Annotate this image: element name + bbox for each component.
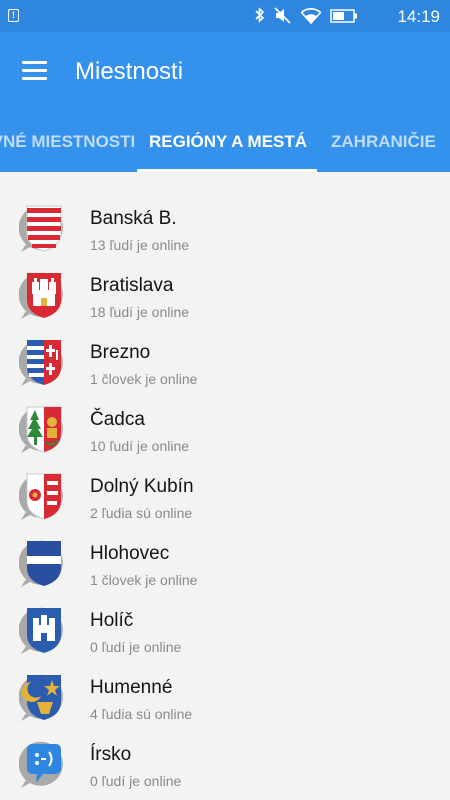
tab-bar: HLAVNÉ MIESTNOSTI REGIÓNY A MESTÁ ZAHRAN… [0, 112, 450, 172]
bluetooth-icon [255, 7, 265, 23]
online-count: 0 ľudí je online [90, 639, 182, 655]
app-bar: Miestnosti [0, 32, 450, 112]
clock: 14:19 [397, 7, 440, 26]
list-item[interactable]: Čadca 10 ľudí je online [0, 397, 450, 464]
online-count: 2 ľudia sú online [90, 505, 193, 521]
online-count: 1 človek je online [90, 371, 198, 387]
humenne-coat-of-arms-icon [19, 674, 63, 721]
list-item[interactable]: Írsko 0 ľudí je online [0, 732, 450, 799]
room-name: Čadca [90, 409, 145, 430]
hamburger-menu-icon[interactable] [22, 61, 47, 81]
wifi-icon [301, 7, 321, 24]
room-name: Bratislava [90, 275, 174, 296]
tab-main-rooms[interactable]: HLAVNÉ MIESTNOSTI [0, 132, 135, 152]
list-item[interactable]: Brezno 1 človek je online [0, 330, 450, 397]
mute-icon [274, 7, 291, 24]
tab-abroad[interactable]: ZAHRANIČIE [331, 132, 436, 152]
hlohovec-coat-of-arms-icon [19, 540, 63, 587]
tab-indicator [137, 169, 317, 172]
list-item[interactable]: Dolný Kubín 2 ľudia sú online [0, 464, 450, 531]
room-name: Hlohovec [90, 543, 170, 564]
list-item[interactable]: Humenné 4 ľudia sú online [0, 665, 450, 732]
list-item[interactable]: Banská B. 13 ľudí je online [0, 196, 450, 263]
online-count: 0 ľudí je online [90, 773, 182, 789]
online-count: 1 človek je online [90, 572, 198, 588]
list-item[interactable]: Bratislava 18 ľudí je online [0, 263, 450, 330]
dolny-kubin-coat-of-arms-icon [19, 473, 63, 520]
online-count: 18 ľudí je online [90, 304, 190, 320]
chat-smiley-icon [19, 741, 63, 788]
room-name: Humenné [90, 677, 173, 698]
bratislava-coat-of-arms-icon [19, 272, 63, 319]
battery-icon [330, 8, 357, 23]
room-name: Banská B. [90, 208, 177, 229]
tab-regions-cities[interactable]: REGIÓNY A MESTÁ [149, 132, 307, 152]
page-title: Miestnosti [75, 58, 184, 85]
online-count: 13 ľudí je online [90, 237, 190, 253]
room-name: Holíč [90, 610, 134, 631]
online-count: 10 ľudí je online [90, 438, 190, 454]
list-item[interactable]: Hlohovec 1 človek je online [0, 531, 450, 598]
online-count: 4 ľudia sú online [90, 706, 193, 722]
notification-icon: ! [8, 9, 19, 22]
list-item[interactable]: Holíč 0 ľudí je online [0, 598, 450, 665]
room-name: Írsko [90, 744, 132, 765]
banska-bystrica-coat-of-arms-icon [19, 205, 63, 252]
holic-coat-of-arms-icon [19, 607, 63, 654]
cadca-coat-of-arms-icon [19, 406, 63, 453]
room-name: Dolný Kubín [90, 476, 194, 497]
brezno-coat-of-arms-icon [19, 339, 63, 386]
room-name: Brezno [90, 342, 151, 363]
status-bar: ! 14:19 [0, 0, 450, 32]
